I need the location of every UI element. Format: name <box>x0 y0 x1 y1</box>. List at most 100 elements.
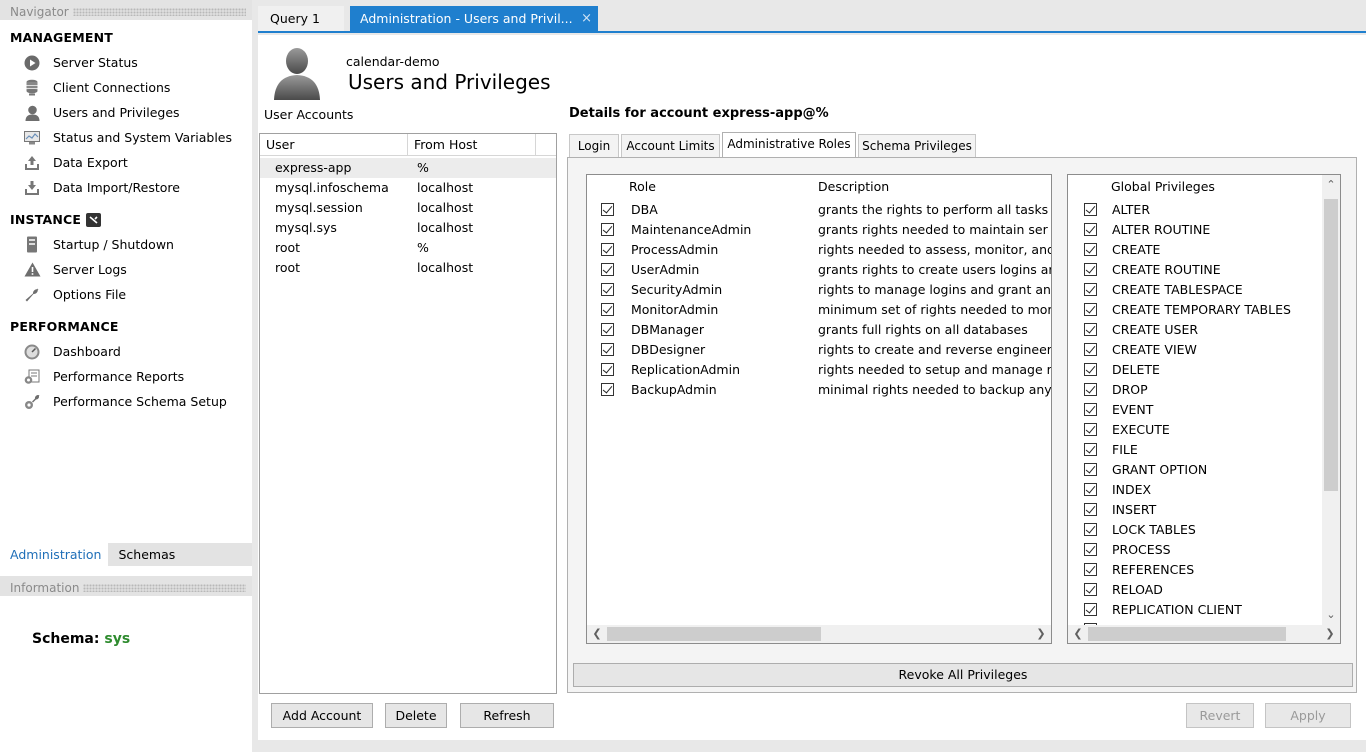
table-row[interactable]: express-app% <box>260 158 556 178</box>
table-row[interactable]: root% <box>260 238 556 258</box>
wrench-icon <box>23 286 41 304</box>
privilege-name: ALTER ROUTINE <box>1112 222 1211 237</box>
navigator-title: Navigator <box>10 4 69 19</box>
scroll-thumb[interactable] <box>1088 627 1286 641</box>
role-name: DBManager <box>631 322 704 337</box>
table-row[interactable]: mysql.sys localhost <box>260 218 556 238</box>
scroll-right-icon[interactable]: ❯ <box>1322 625 1338 643</box>
nav-item-performance-schema-setup[interactable]: Performance Schema Setup <box>0 389 252 414</box>
details-tabbar: Login Account Limits Administrative Role… <box>567 132 1357 158</box>
column-global-privileges[interactable]: Global Privileges <box>1111 179 1215 194</box>
tab-administration-users-privileges[interactable]: Administration - Users and Privil... × <box>350 6 598 31</box>
role-checkbox[interactable] <box>601 303 614 316</box>
privilege-checkbox[interactable] <box>1084 383 1097 396</box>
privilege-checkbox[interactable] <box>1084 363 1097 376</box>
privilege-checkbox[interactable] <box>1084 203 1097 216</box>
role-description: grants rights needed to maintain ser <box>818 222 1048 237</box>
privilege-checkbox[interactable] <box>1084 523 1097 536</box>
column-role[interactable]: Role <box>629 179 656 194</box>
tab-administration[interactable]: Administration <box>0 543 109 566</box>
privilege-checkbox[interactable] <box>1084 483 1097 496</box>
role-checkbox[interactable] <box>601 343 614 356</box>
delete-button[interactable]: Delete <box>385 703 447 728</box>
privilege-checkbox[interactable] <box>1084 283 1097 296</box>
role-name: SecurityAdmin <box>631 282 723 297</box>
role-name: UserAdmin <box>631 262 700 277</box>
nav-item-server-logs[interactable]: Server Logs <box>0 257 252 282</box>
role-checkbox[interactable] <box>601 263 614 276</box>
privilege-name: REFERENCES <box>1112 562 1195 577</box>
table-row[interactable]: mysql.infoschema localhost <box>260 178 556 198</box>
scroll-down-icon[interactable]: ⌄ <box>1322 607 1340 623</box>
scroll-left-icon[interactable]: ❮ <box>1070 625 1086 643</box>
refresh-button[interactable]: Refresh <box>460 703 554 728</box>
nav-item-data-import-restore[interactable]: Data Import/Restore <box>0 175 252 200</box>
tab-login[interactable]: Login <box>569 134 619 157</box>
privilege-checkbox[interactable] <box>1084 583 1097 596</box>
privilege-name: ALTER <box>1112 202 1151 217</box>
section-performance: PERFORMANCE <box>10 319 119 334</box>
nav-item-data-export[interactable]: Data Export <box>0 150 252 175</box>
add-account-button[interactable]: Add Account <box>271 703 373 728</box>
privilege-name: INDEX <box>1112 482 1152 497</box>
tab-administrative-roles[interactable]: Administrative Roles <box>722 132 856 158</box>
nav-item-startup-shutdown[interactable]: Startup / Shutdown <box>0 232 252 257</box>
privilege-name: LOCK TABLES <box>1112 522 1196 537</box>
nav-item-performance-reports[interactable]: Performance Reports <box>0 364 252 389</box>
revert-button[interactable]: Revert <box>1186 703 1254 728</box>
tab-schemas[interactable]: Schemas <box>108 543 182 566</box>
privilege-checkbox[interactable] <box>1084 343 1097 356</box>
privileges-horizontal-scrollbar[interactable]: ❮ ❯ <box>1068 625 1340 643</box>
role-checkbox[interactable] <box>601 383 614 396</box>
role-checkbox[interactable] <box>601 323 614 336</box>
nav-item-status-and-system-variables[interactable]: Status and System Variables <box>0 125 252 150</box>
privilege-checkbox[interactable] <box>1084 443 1097 456</box>
privilege-checkbox[interactable] <box>1084 503 1097 516</box>
role-checkbox[interactable] <box>601 203 614 216</box>
nav-item-options-file[interactable]: Options File <box>0 282 252 307</box>
column-user[interactable]: User <box>260 134 408 156</box>
nav-item-dashboard[interactable]: Dashboard <box>0 339 252 364</box>
close-tab-icon[interactable]: × <box>581 6 592 31</box>
nav-item-server-status[interactable]: Server Status <box>0 50 252 75</box>
tab-schema-privileges[interactable]: Schema Privileges <box>858 134 976 157</box>
tab-account-limits[interactable]: Account Limits <box>621 134 720 157</box>
nav-item-users-and-privileges[interactable]: Users and Privileges <box>0 100 252 125</box>
privilege-checkbox[interactable] <box>1084 243 1097 256</box>
scroll-up-icon[interactable]: ⌃ <box>1322 177 1340 193</box>
nav-item-client-connections[interactable]: Client Connections <box>0 75 252 100</box>
column-description[interactable]: Description <box>818 179 889 194</box>
privileges-vertical-scrollbar[interactable]: ⌃ ⌄ <box>1322 175 1340 625</box>
privilege-checkbox[interactable] <box>1084 463 1097 476</box>
role-checkbox[interactable] <box>601 243 614 256</box>
privilege-checkbox[interactable] <box>1084 423 1097 436</box>
privilege-checkbox[interactable] <box>1084 563 1097 576</box>
role-checkbox[interactable] <box>601 223 614 236</box>
privilege-checkbox[interactable] <box>1084 403 1097 416</box>
privilege-name: PROCESS <box>1112 542 1171 557</box>
role-checkbox[interactable] <box>601 363 614 376</box>
information-title: Information <box>10 580 80 595</box>
scroll-right-icon[interactable]: ❯ <box>1033 625 1049 643</box>
privilege-checkbox[interactable] <box>1084 303 1097 316</box>
privilege-checkbox[interactable] <box>1084 603 1097 616</box>
apply-button[interactable]: Apply <box>1265 703 1351 728</box>
privilege-checkbox[interactable] <box>1084 223 1097 236</box>
privilege-checkbox[interactable] <box>1084 263 1097 276</box>
table-row[interactable]: root localhost <box>260 258 556 278</box>
privilege-checkbox[interactable] <box>1084 543 1097 556</box>
role-checkbox[interactable] <box>601 283 614 296</box>
scroll-thumb[interactable] <box>1324 199 1338 491</box>
scroll-left-icon[interactable]: ❮ <box>589 625 605 643</box>
revoke-all-privileges-button[interactable]: Revoke All Privileges <box>573 663 1353 687</box>
privilege-name: EVENT <box>1112 402 1154 417</box>
play-circle-icon <box>23 54 41 72</box>
column-from-host[interactable]: From Host <box>408 134 536 156</box>
scroll-thumb[interactable] <box>607 627 821 641</box>
table-row[interactable]: mysql.session localhost <box>260 198 556 218</box>
privilege-checkbox[interactable] <box>1084 323 1097 336</box>
document-tabbar: Query 1 Administration - Users and Privi… <box>258 6 1366 33</box>
tab-query-1[interactable]: Query 1 <box>258 6 344 31</box>
roles-horizontal-scrollbar[interactable]: ❮ ❯ <box>587 625 1051 643</box>
server-icon <box>23 236 41 254</box>
